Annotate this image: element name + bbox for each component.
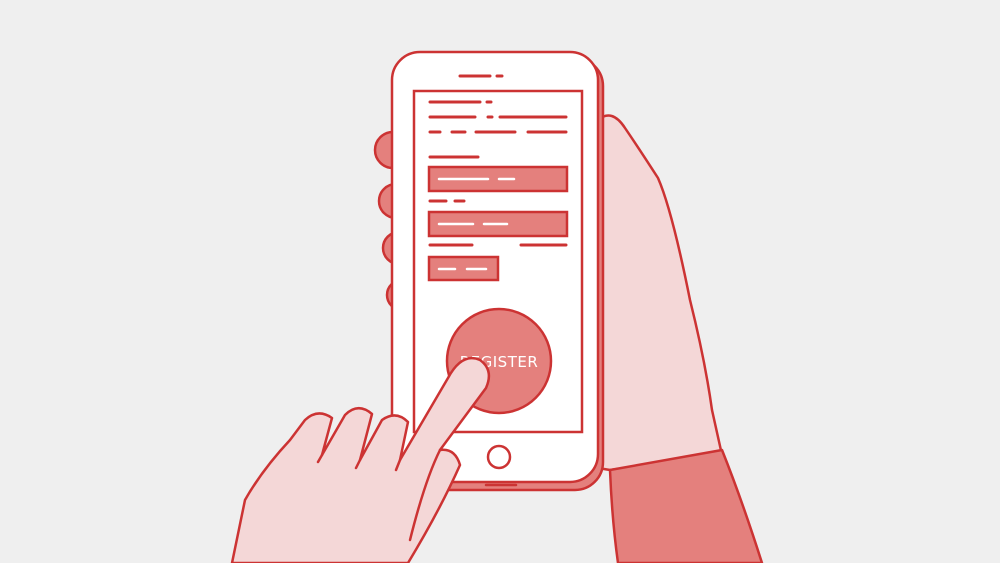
right-sleeve — [608, 448, 764, 563]
right-palm — [596, 114, 724, 472]
right-hand — [596, 114, 764, 563]
left-hand — [230, 356, 491, 563]
illustration-scene: REGISTER — [230, 50, 764, 563]
circle-home-icon[interactable] — [486, 444, 512, 470]
